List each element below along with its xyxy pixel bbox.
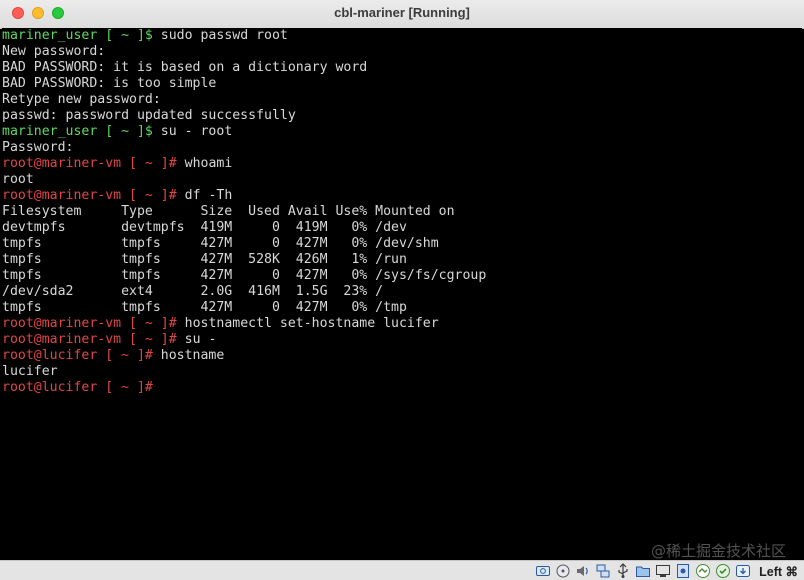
terminal-line: root@mariner-vm [ ~ ]# hostnamectl set-h…: [2, 316, 802, 332]
terminal-output: sudo passwd root: [160, 28, 288, 43]
terminal-line: tmpfs tmpfs 427M 528K 426M 1% /run: [2, 252, 802, 268]
terminal-line: BAD PASSWORD: it is based on a dictionar…: [2, 60, 802, 76]
terminal-line: root@lucifer [ ~ ]# hostname: [2, 348, 802, 364]
recording-icon[interactable]: [695, 563, 711, 579]
terminal-output: tmpfs tmpfs 427M 0 427M 0% /tmp: [2, 300, 407, 315]
terminal-output: Retype new password:: [2, 92, 161, 107]
shell-prompt: mariner_user [ ~ ]$: [2, 28, 161, 43]
terminal-line: BAD PASSWORD: is too simple: [2, 76, 802, 92]
terminal-line: root@mariner-vm [ ~ ]# df -Th: [2, 188, 802, 204]
terminal-line: Password:: [2, 140, 802, 156]
terminal-line: lucifer: [2, 364, 802, 380]
terminal-line: root@lucifer [ ~ ]#: [2, 380, 802, 396]
terminal-output: devtmpfs devtmpfs 419M 0 419M 0% /dev: [2, 220, 407, 235]
terminal-line: root@mariner-vm [ ~ ]# su -: [2, 332, 802, 348]
terminal-output: BAD PASSWORD: it is based on a dictionar…: [2, 60, 368, 75]
hard-disk-icon[interactable]: [535, 563, 551, 579]
terminal-output: New password:: [2, 44, 106, 59]
terminal-output: tmpfs tmpfs 427M 0 427M 0% /dev/shm: [2, 236, 439, 251]
mouse-integration-icon[interactable]: [715, 563, 731, 579]
terminal-output: Password:: [2, 140, 74, 155]
terminal-output: hostname: [160, 348, 225, 363]
status-icons: Left ⌘: [535, 562, 798, 580]
video-capture-icon[interactable]: [675, 563, 691, 579]
shared-folders-icon[interactable]: [635, 563, 651, 579]
shell-prompt: root@lucifer [ ~ ]#: [2, 380, 153, 395]
terminal-output: whoami: [184, 156, 233, 171]
audio-icon[interactable]: [575, 563, 591, 579]
shell-prompt: mariner_user [ ~ ]$: [2, 124, 161, 139]
terminal-line: devtmpfs devtmpfs 419M 0 419M 0% /dev: [2, 220, 802, 236]
keyboard-capture-icon[interactable]: [735, 563, 751, 579]
terminal-output: /dev/sda2 ext4 2.0G 416M 1.5G 23% /: [2, 284, 384, 299]
terminal-line: tmpfs tmpfs 427M 0 427M 0% /dev/shm: [2, 236, 802, 252]
terminal-line: tmpfs tmpfs 427M 0 427M 0% /tmp: [2, 300, 802, 316]
terminal-line: Filesystem Type Size Used Avail Use% Mou…: [2, 204, 802, 220]
network-icon[interactable]: [595, 563, 611, 579]
terminal-output: su -: [184, 332, 217, 347]
terminal-line: root: [2, 172, 802, 188]
terminal-line: root@mariner-vm [ ~ ]# whoami: [2, 156, 802, 172]
title-bar: cbl-mariner [Running]: [0, 0, 804, 29]
terminal-output: tmpfs tmpfs 427M 528K 426M 1% /run: [2, 252, 407, 267]
status-bar: Left ⌘: [0, 560, 804, 580]
terminal-output: root: [2, 172, 34, 187]
terminal-line: Retype new password:: [2, 92, 802, 108]
terminal-screen[interactable]: mariner_user [ ~ ]$ sudo passwd root New …: [2, 28, 802, 560]
shell-prompt: root@mariner-vm [ ~ ]#: [2, 316, 185, 331]
shell-prompt: root@mariner-vm [ ~ ]#: [2, 156, 185, 171]
terminal-output: su - root: [160, 124, 233, 139]
optical-drive-icon[interactable]: [555, 563, 571, 579]
host-key-label[interactable]: Left ⌘: [759, 564, 798, 579]
display-icon[interactable]: [655, 563, 671, 579]
terminal-line: passwd: password updated successfully: [2, 108, 802, 124]
terminal-line: mariner_user [ ~ ]$ sudo passwd root: [2, 28, 802, 44]
terminal-output: lucifer: [2, 364, 58, 379]
shell-prompt: root@mariner-vm [ ~ ]#: [2, 332, 185, 347]
terminal-output: BAD PASSWORD: is too simple: [2, 76, 217, 91]
terminal-output: hostnamectl set-hostname lucifer: [184, 316, 439, 331]
shell-prompt: root@mariner-vm [ ~ ]#: [2, 188, 185, 203]
window-title: cbl-mariner [Running]: [334, 5, 470, 20]
terminal-line: tmpfs tmpfs 427M 0 427M 0% /sys/fs/cgrou…: [2, 268, 802, 284]
shell-prompt: root@lucifer [ ~ ]#: [2, 348, 161, 363]
vm-window: cbl-mariner [Running] mariner_user [ ~ ]…: [0, 0, 804, 580]
terminal-line: /dev/sda2 ext4 2.0G 416M 1.5G 23% /: [2, 284, 802, 300]
terminal-output: Filesystem Type Size Used Avail Use% Mou…: [2, 204, 455, 219]
terminal-output: passwd: password updated successfully: [2, 108, 296, 123]
terminal-line: mariner_user [ ~ ]$ su - root: [2, 124, 802, 140]
terminal-output: df -Th: [184, 188, 233, 203]
terminal-output: tmpfs tmpfs 427M 0 427M 0% /sys/fs/cgrou…: [2, 268, 487, 283]
terminal-line: New password:: [2, 44, 802, 60]
usb-icon[interactable]: [615, 563, 631, 579]
watermark-text: @稀土掘金技术社区: [650, 542, 786, 560]
